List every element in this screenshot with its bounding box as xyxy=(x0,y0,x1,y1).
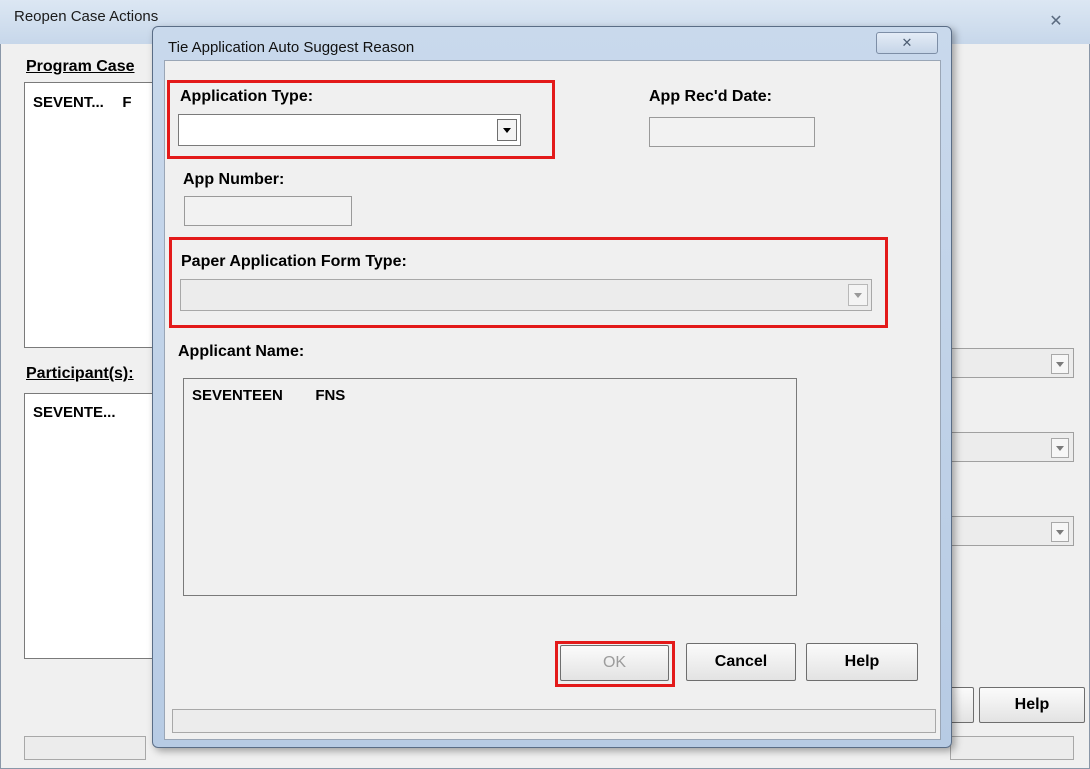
background-help-button[interactable]: Help xyxy=(979,687,1085,723)
ok-button[interactable]: OK xyxy=(560,645,669,681)
chevron-down-icon[interactable] xyxy=(497,119,517,141)
chevron-down-icon xyxy=(1051,522,1069,542)
app-number-label: App Number: xyxy=(183,171,285,188)
background-dropdown-3[interactable] xyxy=(950,516,1074,546)
participants-list[interactable]: SEVENTE... xyxy=(24,393,158,659)
list-item[interactable]: SEVENT... F xyxy=(33,94,131,112)
background-status-cell-1 xyxy=(24,736,146,760)
applicant-name-label: Applicant Name: xyxy=(178,343,305,360)
dialog-status-bar xyxy=(172,709,936,733)
app-recd-date-field[interactable] xyxy=(649,117,815,147)
chevron-down-icon xyxy=(1051,354,1069,374)
list-item[interactable]: SEVENTE... xyxy=(33,404,116,421)
background-status-cell-2 xyxy=(950,736,1074,760)
dialog-close-icon[interactable]: ✕ xyxy=(876,32,938,54)
chevron-down-icon[interactable] xyxy=(848,284,868,306)
applicant-last-name: FNS xyxy=(315,387,346,404)
program-case-label: Program Case xyxy=(26,58,135,75)
background-dropdown-2[interactable] xyxy=(950,432,1074,462)
chevron-down-icon xyxy=(1051,438,1069,458)
dialog-title: Tie Application Auto Suggest Reason xyxy=(168,39,415,56)
help-button[interactable]: Help xyxy=(806,643,918,681)
applicant-first-name: SEVENTEEN xyxy=(192,387,283,404)
app-recd-date-label: App Rec'd Date: xyxy=(649,88,772,105)
background-dropdown-1[interactable] xyxy=(950,348,1074,378)
cancel-button[interactable]: Cancel xyxy=(686,643,796,681)
application-type-dropdown[interactable] xyxy=(178,114,521,146)
paper-form-type-dropdown[interactable] xyxy=(180,279,872,311)
application-type-label: Application Type: xyxy=(180,88,314,105)
list-item[interactable]: SEVENTEEN FNS xyxy=(192,387,345,405)
applicant-name-list[interactable]: SEVENTEEN FNS xyxy=(183,378,797,596)
background-close-icon[interactable]: ✕ xyxy=(1040,10,1072,34)
participants-label: Participant(s): xyxy=(26,365,134,382)
program-case-program: F xyxy=(122,94,132,111)
paper-form-type-label: Paper Application Form Type: xyxy=(181,253,407,270)
program-case-list[interactable]: SEVENT... F xyxy=(24,82,158,348)
program-case-name: SEVENT... xyxy=(33,94,104,111)
background-window-title: Reopen Case Actions xyxy=(14,8,159,25)
app-number-field[interactable] xyxy=(184,196,352,226)
